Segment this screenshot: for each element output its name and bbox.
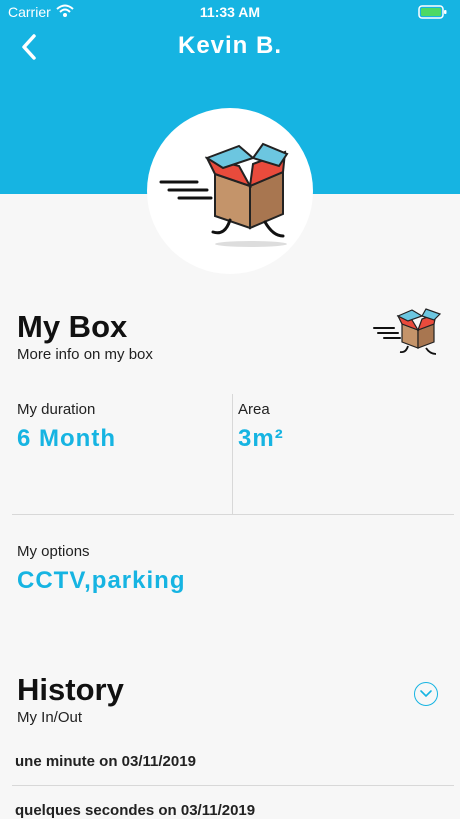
history-subtitle: My In/Out [17, 709, 83, 726]
box-subtitle: More info on my box [17, 346, 153, 363]
box-icon [372, 306, 444, 361]
history-title: History [17, 672, 124, 707]
duration-value: 6 Month [17, 425, 116, 452]
running-box-icon [159, 142, 289, 247]
avatar [147, 108, 313, 274]
page-title: Kevin B. [177, 32, 283, 59]
chevron-down-icon [420, 690, 432, 698]
history-row: une minute on 03/11/2019 [15, 753, 196, 770]
status-bar: Carrier 11:33 AM [0, 0, 460, 24]
area-value: 3m² [238, 425, 284, 452]
clock: 11:33 AM [199, 4, 261, 20]
section-divider [12, 514, 454, 515]
area-label: Area [238, 401, 270, 418]
options-label: My options [17, 543, 90, 560]
battery-icon [418, 5, 448, 22]
box-title: My Box [17, 309, 128, 344]
history-row: quelques secondes on 03/11/2019 [15, 802, 256, 819]
duration-label: My duration [17, 401, 96, 418]
vertical-divider [232, 394, 233, 514]
row-divider [12, 785, 454, 786]
history-expand-button[interactable] [414, 682, 438, 706]
options-value: CCTV,parking [17, 567, 186, 594]
